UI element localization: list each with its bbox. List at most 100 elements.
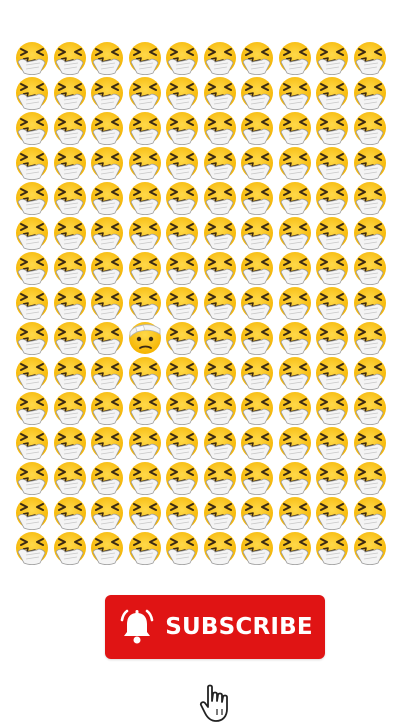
sneezing-face-emoji[interactable] [89,355,125,391]
sneezing-face-emoji[interactable] [164,390,200,426]
sneezing-face-emoji[interactable] [239,215,275,251]
sneezing-face-emoji[interactable] [352,250,388,286]
sneezing-face-emoji[interactable] [89,40,125,76]
sneezing-face-emoji[interactable] [127,390,163,426]
sneezing-face-emoji[interactable] [314,75,350,111]
sneezing-face-emoji[interactable] [164,425,200,461]
sneezing-face-emoji[interactable] [52,495,88,531]
sneezing-face-emoji[interactable] [127,530,163,566]
sneezing-face-emoji[interactable] [202,75,238,111]
sneezing-face-emoji[interactable] [127,180,163,216]
sneezing-face-emoji[interactable] [202,180,238,216]
sneezing-face-emoji[interactable] [52,320,88,356]
sneezing-face-emoji[interactable] [352,390,388,426]
sneezing-face-emoji[interactable] [352,460,388,496]
sneezing-face-emoji[interactable] [127,495,163,531]
sneezing-face-emoji[interactable] [52,390,88,426]
sneezing-face-emoji[interactable] [202,250,238,286]
sneezing-face-emoji[interactable] [314,425,350,461]
sneezing-face-emoji[interactable] [14,390,50,426]
sneezing-face-emoji[interactable] [314,355,350,391]
sneezing-face-emoji[interactable] [52,215,88,251]
sneezing-face-emoji[interactable] [239,495,275,531]
sneezing-face-emoji[interactable] [127,110,163,146]
sneezing-face-emoji[interactable] [14,110,50,146]
sneezing-face-emoji[interactable] [277,110,313,146]
sneezing-face-emoji[interactable] [314,215,350,251]
sneezing-face-emoji[interactable] [52,530,88,566]
sneezing-face-emoji[interactable] [52,75,88,111]
sneezing-face-emoji[interactable] [127,460,163,496]
sneezing-face-emoji[interactable] [277,530,313,566]
sneezing-face-emoji[interactable] [239,40,275,76]
sneezing-face-emoji[interactable] [89,285,125,321]
sneezing-face-emoji[interactable] [314,145,350,181]
sneezing-face-emoji[interactable] [89,180,125,216]
sneezing-face-emoji[interactable] [14,40,50,76]
sneezing-face-emoji[interactable] [164,250,200,286]
sneezing-face-emoji[interactable] [352,40,388,76]
sneezing-face-emoji[interactable] [14,425,50,461]
sneezing-face-emoji[interactable] [52,250,88,286]
sneezing-face-emoji[interactable] [202,425,238,461]
sneezing-face-emoji[interactable] [89,75,125,111]
sneezing-face-emoji[interactable] [127,285,163,321]
sneezing-face-emoji[interactable] [239,285,275,321]
sneezing-face-emoji[interactable] [127,145,163,181]
sneezing-face-emoji[interactable] [164,75,200,111]
sneezing-face-emoji[interactable] [14,145,50,181]
sneezing-face-emoji[interactable] [127,355,163,391]
sneezing-face-emoji[interactable] [89,425,125,461]
sneezing-face-emoji[interactable] [14,460,50,496]
sneezing-face-emoji[interactable] [202,215,238,251]
sneezing-face-emoji[interactable] [277,355,313,391]
sneezing-face-emoji[interactable] [164,355,200,391]
sneezing-face-emoji[interactable] [52,425,88,461]
sneezing-face-emoji[interactable] [314,460,350,496]
sneezing-face-emoji[interactable] [277,215,313,251]
sneezing-face-emoji[interactable] [314,40,350,76]
sneezing-face-emoji[interactable] [239,110,275,146]
sneezing-face-emoji[interactable] [277,40,313,76]
face-with-head-bandage-emoji[interactable] [127,320,163,356]
sneezing-face-emoji[interactable] [14,285,50,321]
sneezing-face-emoji[interactable] [127,40,163,76]
sneezing-face-emoji[interactable] [89,530,125,566]
sneezing-face-emoji[interactable] [89,110,125,146]
sneezing-face-emoji[interactable] [52,145,88,181]
sneezing-face-emoji[interactable] [352,495,388,531]
sneezing-face-emoji[interactable] [14,250,50,286]
sneezing-face-emoji[interactable] [127,250,163,286]
sneezing-face-emoji[interactable] [14,355,50,391]
sneezing-face-emoji[interactable] [314,180,350,216]
sneezing-face-emoji[interactable] [277,180,313,216]
sneezing-face-emoji[interactable] [52,110,88,146]
sneezing-face-emoji[interactable] [52,40,88,76]
sneezing-face-emoji[interactable] [14,320,50,356]
sneezing-face-emoji[interactable] [239,425,275,461]
sneezing-face-emoji[interactable] [164,110,200,146]
sneezing-face-emoji[interactable] [352,425,388,461]
sneezing-face-emoji[interactable] [277,320,313,356]
sneezing-face-emoji[interactable] [239,460,275,496]
sneezing-face-emoji[interactable] [14,530,50,566]
sneezing-face-emoji[interactable] [14,495,50,531]
sneezing-face-emoji[interactable] [52,180,88,216]
sneezing-face-emoji[interactable] [202,460,238,496]
sneezing-face-emoji[interactable] [239,180,275,216]
sneezing-face-emoji[interactable] [89,145,125,181]
sneezing-face-emoji[interactable] [52,285,88,321]
sneezing-face-emoji[interactable] [239,250,275,286]
sneezing-face-emoji[interactable] [314,320,350,356]
sneezing-face-emoji[interactable] [202,110,238,146]
sneezing-face-emoji[interactable] [277,460,313,496]
sneezing-face-emoji[interactable] [352,355,388,391]
sneezing-face-emoji[interactable] [277,75,313,111]
sneezing-face-emoji[interactable] [277,390,313,426]
sneezing-face-emoji[interactable] [352,145,388,181]
sneezing-face-emoji[interactable] [352,285,388,321]
sneezing-face-emoji[interactable] [127,425,163,461]
subscribe-button[interactable]: SUBSCRIBE [105,595,325,659]
sneezing-face-emoji[interactable] [164,460,200,496]
sneezing-face-emoji[interactable] [202,530,238,566]
